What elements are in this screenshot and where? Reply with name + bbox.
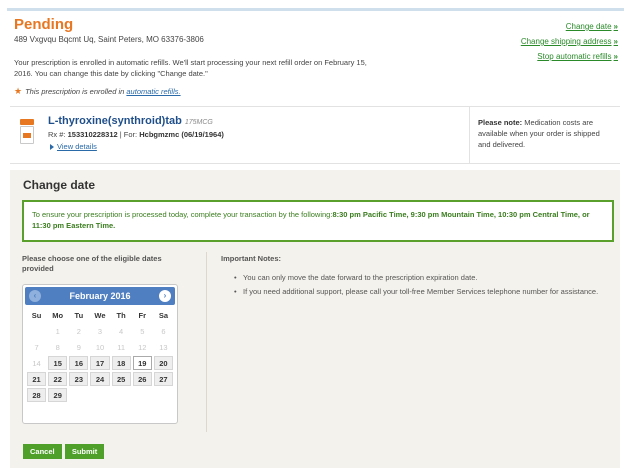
eligible-day[interactable]: 28	[27, 388, 47, 402]
cancel-button[interactable]: Cancel	[23, 444, 62, 459]
prescription-row: L-thyroxine(synthroid)tab 175MCG Rx #: 15…	[10, 106, 620, 164]
date-picker-month: February 2016	[69, 291, 131, 301]
refill-message: Your prescription is enrolled in automat…	[14, 58, 367, 78]
chevron-right-icon: »	[613, 37, 618, 46]
disabled-day: 1	[55, 326, 60, 336]
calendar-week: 28 29	[27, 388, 173, 402]
pill-bottle-icon	[20, 119, 34, 145]
eligible-day[interactable]: 25	[111, 372, 131, 386]
pending-panel: Pending 489 Vxgvqu Bqcmt Uq, Saint Peter…	[10, 14, 620, 104]
disabled-day: 7	[34, 342, 39, 352]
calendar-week: 14 15 16 17 18 19 20	[27, 356, 173, 370]
weekday-header: Th	[116, 310, 126, 320]
eligible-day[interactable]: 20	[153, 356, 173, 370]
automatic-refills-link[interactable]: automatic refills.	[126, 87, 180, 96]
medication-name-text: L-thyroxine(synthroid)tab	[48, 115, 182, 127]
stop-automatic-refills-link[interactable]: Stop automatic refills»	[521, 52, 618, 61]
weekday-header: Tu	[74, 310, 84, 320]
calendar-week: 21 22 23 24 25 26 27	[27, 372, 173, 386]
weekday-header: Fr	[138, 310, 147, 320]
medication-dose: 175MCG	[184, 119, 213, 126]
weekday-header: Sa	[158, 310, 169, 320]
disabled-day: 4	[119, 326, 124, 336]
view-details-label: View details	[57, 142, 97, 151]
disabled-day: 14	[32, 358, 41, 368]
enrolled-notice: ★ This prescription is enrolled in automa…	[14, 86, 181, 97]
choose-date-label: Please choose one of the eligible dates …	[22, 254, 162, 273]
disabled-day: 11	[117, 342, 126, 352]
change-date-title: Change date	[23, 178, 96, 192]
empty-cell	[90, 388, 109, 402]
eligible-day[interactable]: 24	[90, 372, 110, 386]
deadline-banner: To ensure your prescription is processed…	[22, 200, 614, 242]
change-date-label: Change date	[565, 22, 612, 31]
chevron-right-icon: »	[613, 52, 618, 61]
star-icon: ★	[14, 86, 23, 96]
calendar-week: 1 2 3 4 5 6	[27, 324, 173, 338]
weekday-header: We	[94, 310, 106, 320]
cost-note: Please note: Medication costs are availa…	[469, 107, 620, 164]
stop-refills-label: Stop automatic refills	[537, 52, 612, 61]
disabled-day: 5	[140, 326, 145, 336]
for-label: | For:	[119, 130, 138, 139]
eligible-day[interactable]: 22	[48, 372, 68, 386]
selected-day[interactable]: 19	[132, 356, 152, 370]
eligible-day[interactable]: 18	[111, 356, 131, 370]
rx-number: 153310228312	[67, 130, 118, 139]
cost-note-bold: Please note:	[478, 118, 523, 127]
date-picker-header: ‹ February 2016 ›	[25, 287, 175, 305]
change-date-panel: Change date To ensure your prescription …	[10, 170, 620, 468]
change-date-link[interactable]: Change date»	[521, 22, 618, 31]
empty-cell	[69, 388, 88, 402]
enrolled-prefix: This prescription is enrolled in	[25, 87, 125, 96]
eligible-day[interactable]: 26	[132, 372, 152, 386]
rx-number-label: Rx #:	[48, 130, 66, 139]
empty-cell	[154, 388, 173, 402]
change-shipping-address-link[interactable]: Change shipping address»	[521, 37, 618, 46]
eligible-day[interactable]: 15	[48, 356, 68, 370]
disabled-day: 13	[159, 342, 168, 352]
disabled-day: 2	[76, 326, 81, 336]
rx-info: Rx #: 153310228312 | For: Hcbgmzmc (06/1…	[48, 130, 224, 139]
shipping-address: 489 Vxgvqu Bqcmt Uq, Saint Peters, MO 63…	[14, 35, 204, 44]
next-month-icon[interactable]: ›	[159, 290, 171, 302]
eligible-day[interactable]: 21	[27, 372, 47, 386]
disabled-day: 3	[97, 326, 103, 336]
chevron-right-icon: »	[613, 22, 618, 31]
eligible-day[interactable]: 29	[48, 388, 68, 402]
disabled-day: 12	[138, 342, 147, 352]
pending-title: Pending	[14, 16, 74, 33]
empty-cell	[112, 388, 131, 402]
form-buttons: Cancel Submit	[23, 444, 105, 459]
eligible-day[interactable]: 16	[69, 356, 89, 370]
disabled-day: 9	[76, 342, 81, 352]
top-rule	[7, 8, 624, 11]
patient-name: Hcbgmzmc (06/19/1964)	[139, 130, 224, 139]
eligible-day[interactable]: 17	[90, 356, 110, 370]
medication-name: L-thyroxine(synthroid)tab 175MCG	[48, 115, 213, 127]
calendar-week: 7 8 9 10 11 12 13	[27, 340, 173, 354]
pending-actions: Change date» Change shipping address» St…	[521, 22, 618, 67]
note-item: If you need additional support, please c…	[234, 287, 604, 297]
disabled-day: 10	[95, 342, 105, 352]
important-notes-heading: Important Notes:	[221, 254, 281, 263]
date-grid: Su Mo Tu We Th Fr Sa 1 2 3 4 5 6 7 8 9 10 11 12 13 14 15 16 17…	[25, 306, 175, 404]
eligible-day[interactable]: 23	[69, 372, 89, 386]
date-picker: ‹ February 2016 › Su Mo Tu We Th Fr Sa 1234567…	[22, 284, 178, 424]
disabled-day: 6	[161, 326, 166, 336]
eligible-day[interactable]: 27	[153, 372, 173, 386]
triangle-right-icon	[50, 144, 54, 151]
empty-cell	[133, 388, 152, 402]
empty-cell	[27, 324, 46, 338]
change-shipping-label: Change shipping address	[520, 37, 612, 46]
column-divider	[206, 252, 207, 432]
weekday-header: Mo	[52, 310, 64, 320]
deadline-text: To ensure your prescription is processed…	[32, 210, 333, 219]
disabled-day: 8	[55, 342, 60, 352]
view-details-link[interactable]: View details	[50, 142, 97, 151]
weekday-header: Su	[31, 310, 42, 320]
important-notes-list: You can only move the date forward to th…	[234, 273, 604, 301]
note-item: You can only move the date forward to th…	[234, 273, 604, 283]
submit-button[interactable]: Submit	[64, 444, 105, 459]
